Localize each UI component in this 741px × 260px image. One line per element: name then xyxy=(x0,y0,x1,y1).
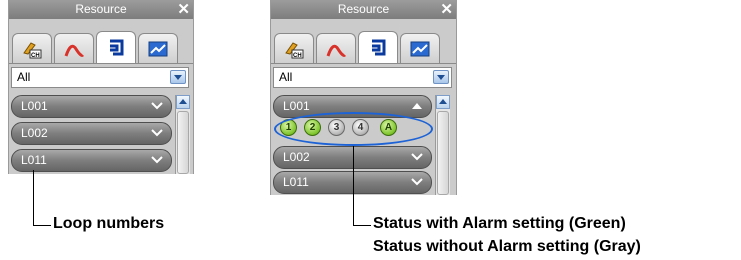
tab-display[interactable] xyxy=(138,33,178,63)
trend-icon xyxy=(64,44,85,57)
display-icon xyxy=(410,41,430,57)
loop-icon xyxy=(372,39,386,56)
channel-icon: CH xyxy=(285,42,304,59)
panel-titlebar: Resource ✕ xyxy=(9,0,193,19)
scroll-up-arrow-icon[interactable] xyxy=(176,95,190,109)
close-icon[interactable]: ✕ xyxy=(440,0,453,19)
filter-select[interactable]: All xyxy=(273,67,452,88)
loop-icon xyxy=(110,39,124,56)
filter-select[interactable]: All xyxy=(11,67,189,88)
panel-title: Resource xyxy=(75,2,127,16)
dropdown-arrow-icon[interactable] xyxy=(170,70,186,84)
loop-numbers-callout: Loop numbers xyxy=(53,215,165,232)
resource-panel-left: Resource ✕ CH All L001 L002 L011 xyxy=(8,0,194,174)
chevron-down-icon xyxy=(411,153,423,161)
filter-value: All xyxy=(17,70,31,84)
chevron-down-icon xyxy=(151,156,163,164)
tab-divider xyxy=(9,63,193,64)
tab-channel[interactable]: CH xyxy=(274,33,314,63)
callout-line xyxy=(33,225,51,226)
loop-item[interactable]: L002 xyxy=(11,122,172,145)
dropdown-arrow-icon[interactable] xyxy=(433,70,449,84)
chevron-down-icon xyxy=(151,102,163,110)
loop-item[interactable]: L001 xyxy=(11,95,172,118)
chevron-up-icon xyxy=(412,103,422,109)
loop-label: L001 xyxy=(21,99,48,113)
panel-title: Resource xyxy=(337,2,390,16)
scrollbar[interactable] xyxy=(435,95,450,195)
svg-text:CH: CH xyxy=(293,53,302,59)
loop-label: L011 xyxy=(283,175,309,189)
tab-trend[interactable] xyxy=(54,33,94,63)
tab-loop[interactable] xyxy=(358,31,398,63)
callout-line xyxy=(353,225,371,226)
tab-trend[interactable] xyxy=(316,33,356,63)
loop-label: L002 xyxy=(283,150,310,164)
status-highlight-ellipse xyxy=(274,112,433,146)
loop-label: L002 xyxy=(21,126,48,140)
status-gray-callout: Status without Alarm setting (Gray) xyxy=(373,238,641,255)
close-icon[interactable]: ✕ xyxy=(177,0,190,19)
loop-label: L011 xyxy=(21,153,47,167)
scroll-up-arrow-icon[interactable] xyxy=(436,95,450,109)
tab-channel[interactable]: CH xyxy=(12,33,52,63)
scroll-thumb[interactable] xyxy=(177,111,189,174)
callout-line xyxy=(353,146,354,225)
filter-value: All xyxy=(279,70,293,84)
scroll-thumb[interactable] xyxy=(437,111,449,195)
display-icon xyxy=(148,41,168,57)
chevron-down-icon xyxy=(151,129,163,137)
tab-display[interactable] xyxy=(400,33,440,63)
scrollbar[interactable] xyxy=(175,95,190,174)
panel-titlebar: Resource ✕ xyxy=(271,0,456,19)
tab-loop[interactable] xyxy=(96,31,136,63)
chevron-down-icon xyxy=(411,178,423,186)
callout-line xyxy=(33,170,34,225)
channel-icon: CH xyxy=(23,42,42,59)
svg-text:CH: CH xyxy=(31,53,40,59)
loop-label: L001 xyxy=(283,99,310,113)
loop-item[interactable]: L011 xyxy=(11,149,172,172)
trend-icon xyxy=(326,44,347,57)
status-green-callout: Status with Alarm setting (Green) xyxy=(373,215,626,232)
resource-panel-right: Resource ✕ CH All L001 1 2 3 4 A L002 L0… xyxy=(270,0,457,195)
tab-divider xyxy=(271,63,456,64)
